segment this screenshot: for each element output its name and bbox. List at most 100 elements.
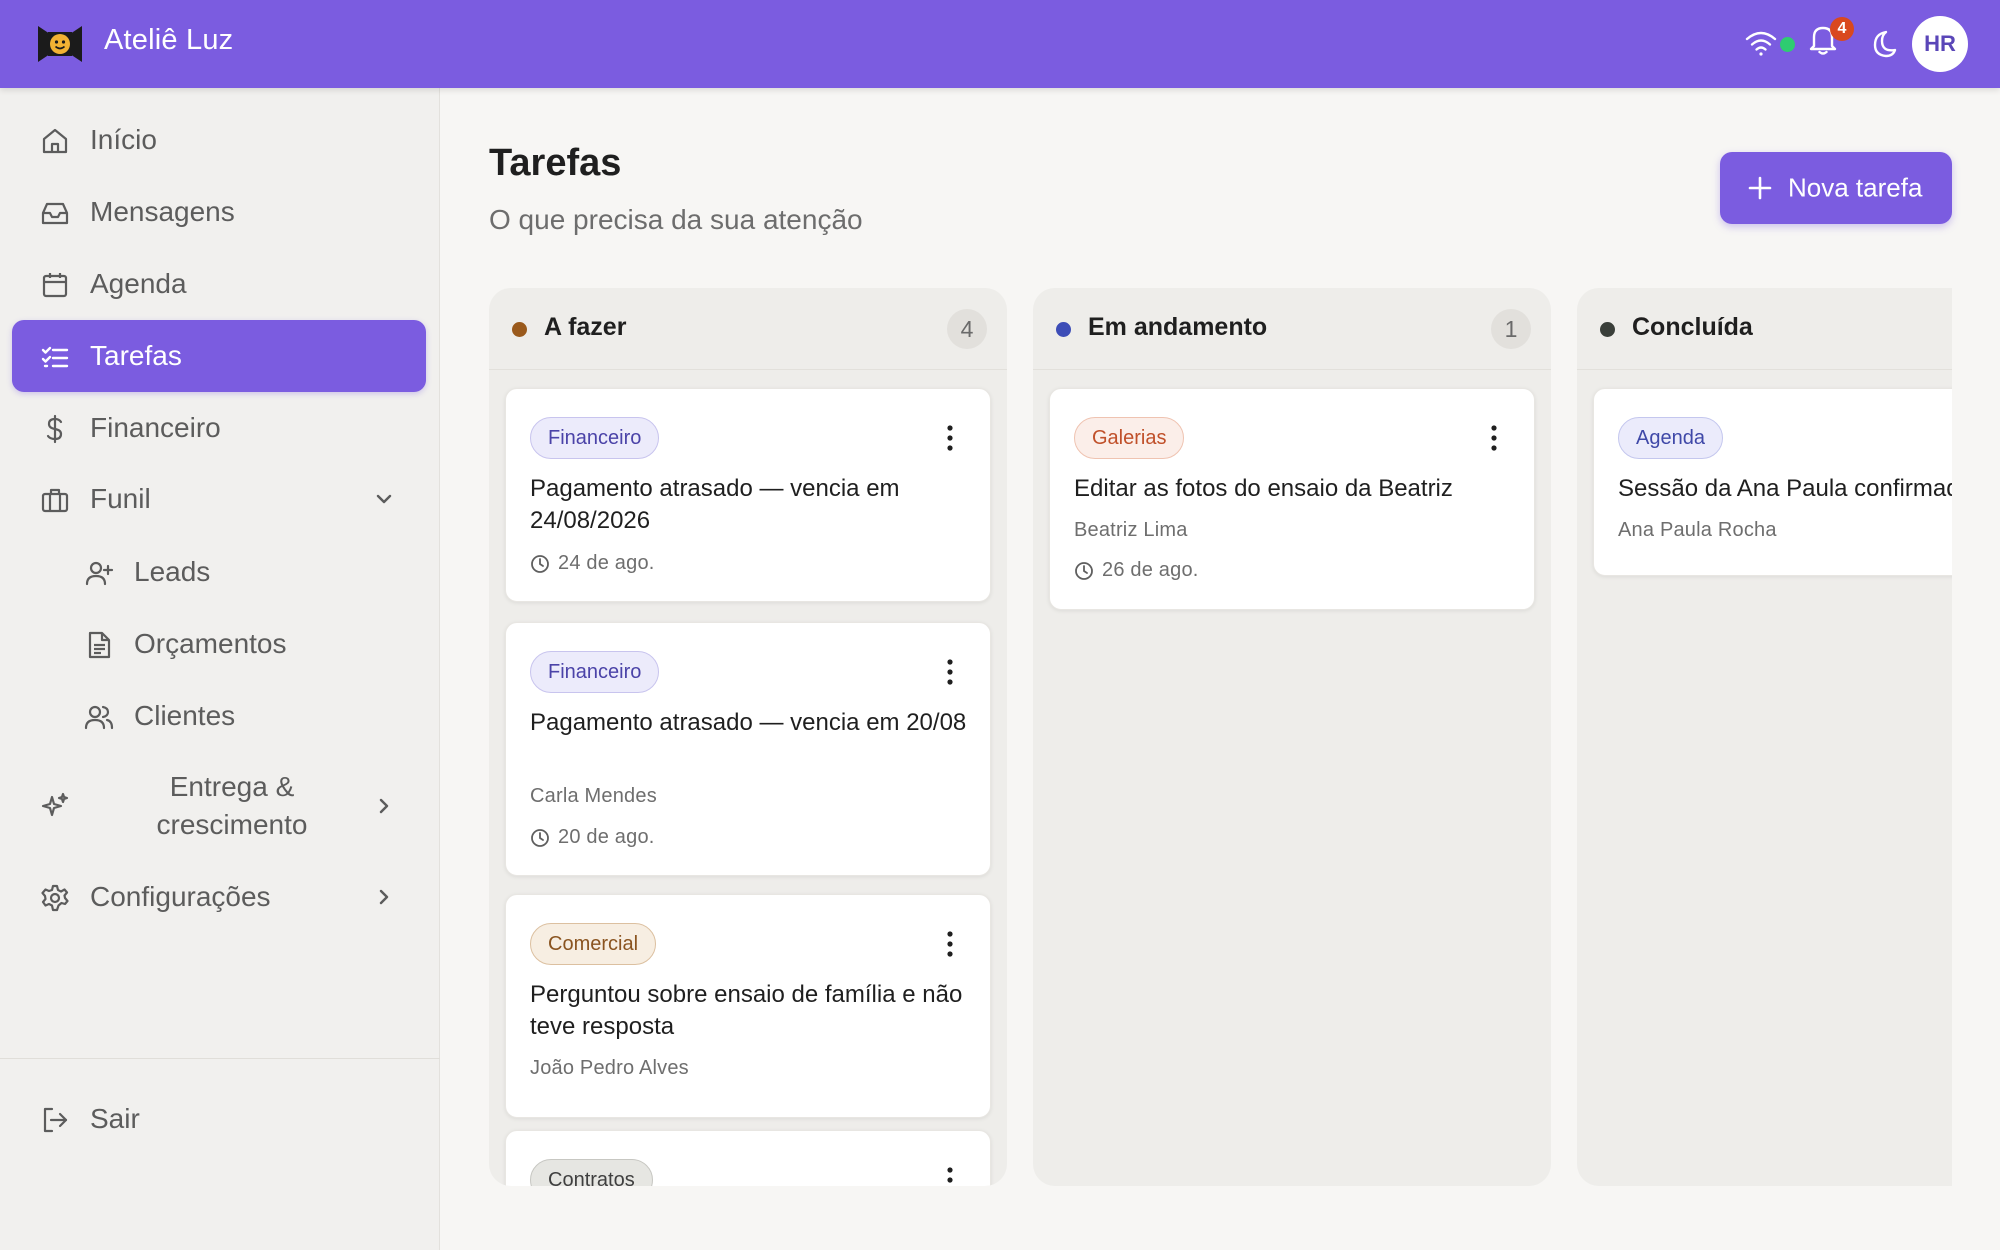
home-icon — [42, 128, 68, 154]
more-options-icon[interactable] — [1490, 425, 1498, 451]
sidebar-item-tarefas[interactable]: Tarefas — [12, 320, 426, 392]
task-title: Editar as fotos do ensaio da Beatriz — [1074, 475, 1453, 502]
column-status-dot — [1600, 322, 1615, 337]
task-client: Beatriz Lima — [1074, 519, 1188, 541]
category-tag: Galerias — [1074, 417, 1185, 459]
page-title: Tarefas — [489, 142, 622, 184]
more-options-icon[interactable] — [946, 1167, 954, 1186]
task-card[interactable]: Agenda Sessão da Ana Paula confirmada An… — [1593, 388, 1952, 576]
sidebar-subitem-orcamentos[interactable]: Orçamentos — [56, 611, 426, 677]
task-card[interactable]: Contratos — [505, 1130, 991, 1186]
sidebar-item-agenda[interactable]: Agenda — [12, 248, 426, 320]
column-title: Concluída — [1632, 313, 1753, 341]
task-card[interactable]: Financeiro Pagamento atrasado — vencia e… — [505, 388, 991, 602]
wifi-icon — [1745, 31, 1777, 56]
column-count-badge: 1 — [1491, 309, 1531, 349]
task-card[interactable]: Galerias Editar as fotos do ensaio da Be… — [1049, 388, 1535, 610]
plus-icon — [1748, 176, 1772, 200]
column-header: A fazer 4 — [489, 288, 1007, 370]
task-title: Pagamento atrasado — vencia em 20/08 — [530, 709, 967, 736]
user-plus-icon — [85, 561, 114, 586]
sidebar-item-label: Sair — [90, 1103, 140, 1134]
sidebar-subitem-leads[interactable]: Leads — [56, 539, 426, 605]
sidebar-item-entrega-crescimento[interactable]: Entrega & crescimento — [12, 759, 426, 853]
inbox-icon — [41, 202, 69, 225]
sidebar-item-configuracoes[interactable]: Configurações — [12, 861, 426, 933]
calendar-icon — [42, 273, 68, 298]
camera-face-logo[interactable] — [34, 18, 86, 70]
task-client: João Pedro Alves — [530, 1057, 689, 1079]
column-header: Concluída — [1577, 288, 1952, 370]
sidebar-subitem-clientes[interactable]: Clientes — [56, 683, 426, 749]
sidebar-item-sair[interactable]: Sair — [12, 1083, 426, 1155]
task-due-date: 26 de ago. — [1074, 559, 1199, 582]
moon-icon[interactable] — [1866, 28, 1898, 60]
sidebar: Início Mensagens Agenda Tarefas Financei… — [0, 88, 440, 1250]
category-tag: Agenda — [1618, 417, 1723, 459]
sidebar-item-mensagens[interactable]: Mensagens — [12, 176, 426, 248]
column-title: A fazer — [544, 313, 627, 341]
task-title: Pagamento atrasado — vencia em 24/08/202… — [530, 475, 900, 534]
gear-icon — [41, 884, 69, 912]
sidebar-item-label: Agenda — [90, 268, 187, 299]
new-task-label: Nova tarefa — [1788, 172, 1923, 203]
top-bar: Ateliê Luz 4 HR — [0, 0, 2000, 88]
column-count-badge: 4 — [947, 309, 987, 349]
task-title: Perguntou sobre ensaio de família e não … — [530, 981, 963, 1040]
kanban-column-a-fazer: A fazer 4 Financeiro Pagamento atrasado … — [489, 288, 1007, 1186]
kanban-column-em-andamento: Em andamento 1 Galerias Editar as fotos … — [1033, 288, 1551, 1186]
chevron-right-icon[interactable] — [372, 794, 396, 818]
category-tag: Financeiro — [530, 651, 660, 693]
chevron-down-icon[interactable] — [372, 487, 396, 511]
task-date-text: 26 de ago. — [1102, 559, 1199, 581]
sidebar-subitem-label: Clientes — [134, 700, 236, 731]
task-due-date: 24 de ago. — [530, 552, 655, 575]
column-status-dot — [512, 322, 527, 337]
online-status-dot — [1780, 37, 1795, 52]
clock-icon — [1075, 561, 1093, 580]
new-task-button[interactable]: Nova tarefa — [1720, 152, 1952, 224]
more-options-icon[interactable] — [946, 659, 954, 685]
category-tag: Financeiro — [530, 417, 660, 459]
sidebar-item-label: Mensagens — [90, 196, 235, 227]
sidebar-item-funil[interactable]: Funil — [12, 463, 426, 535]
category-tag: Contratos — [530, 1159, 653, 1186]
task-client: Ana Paula Rocha — [1618, 519, 1777, 541]
more-options-icon[interactable] — [946, 425, 954, 451]
user-avatar[interactable]: HR — [1912, 16, 1968, 72]
logout-icon — [43, 1107, 68, 1133]
task-card[interactable]: Comercial Perguntou sobre ensaio de famí… — [505, 894, 991, 1118]
sidebar-item-label: Entrega & crescimento — [156, 771, 308, 840]
sidebar-item-label: Início — [90, 124, 157, 155]
checklist-icon — [41, 346, 69, 368]
task-title: Sessão da Ana Paula confirmada — [1618, 475, 1952, 502]
clock-icon — [531, 828, 549, 847]
column-status-dot — [1056, 322, 1071, 337]
app-title: Ateliê Luz — [104, 24, 234, 56]
sidebar-item-financeiro[interactable]: Financeiro — [12, 392, 426, 464]
sidebar-subitem-label: Leads — [134, 556, 211, 587]
task-card[interactable]: Financeiro Pagamento atrasado — vencia e… — [505, 622, 991, 876]
sidebar-item-label: Tarefas — [90, 340, 182, 371]
sidebar-item-label: Funil — [90, 483, 151, 514]
task-date-text: 24 de ago. — [558, 552, 655, 574]
users-icon — [84, 705, 114, 730]
column-header: Em andamento 1 — [1033, 288, 1551, 370]
task-due-date: 20 de ago. — [530, 826, 655, 849]
clock-icon — [531, 554, 549, 573]
document-icon — [88, 631, 111, 659]
kanban-column-concluida: Concluída Agenda Sessão da Ana Paula con… — [1577, 288, 1952, 1186]
sparkles-icon — [41, 792, 69, 817]
sidebar-item-label: Configurações — [90, 881, 271, 912]
page-subtitle: O que precisa da sua atenção — [489, 204, 863, 235]
sidebar-item-label: Financeiro — [90, 412, 221, 443]
task-client: Carla Mendes — [530, 785, 657, 807]
sidebar-subitem-label: Orçamentos — [134, 628, 287, 659]
kanban-board: A fazer 4 Financeiro Pagamento atrasado … — [489, 288, 1952, 1186]
notification-badge: 4 — [1830, 17, 1854, 41]
sidebar-item-inicio[interactable]: Início — [12, 104, 426, 176]
column-title: Em andamento — [1088, 313, 1268, 341]
more-options-icon[interactable] — [946, 931, 954, 957]
chevron-right-icon[interactable] — [372, 885, 396, 909]
category-tag: Comercial — [530, 923, 657, 965]
